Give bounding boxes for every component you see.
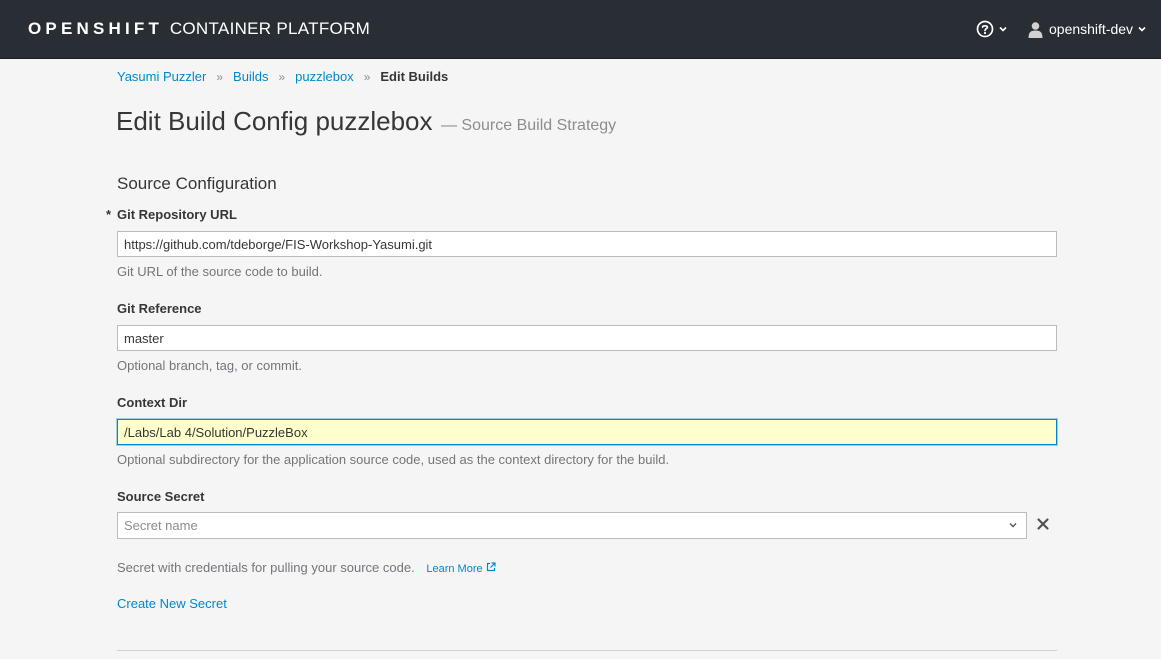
create-new-secret-link[interactable]: Create New Secret bbox=[117, 596, 227, 611]
breadcrumb-current: Edit Builds bbox=[380, 69, 449, 84]
page-title: Edit Build Config puzzlebox — Source Bui… bbox=[116, 106, 616, 137]
breadcrumb-build-link[interactable]: puzzlebox bbox=[295, 69, 354, 85]
brand-logo[interactable]: OPENSHIFT CONTAINER PLATFORM bbox=[28, 18, 370, 40]
user-icon bbox=[1028, 21, 1043, 38]
user-menu[interactable]: openshift-dev bbox=[1028, 19, 1147, 39]
git-ref-label: Git Reference bbox=[117, 301, 202, 316]
source-secret-label: Source Secret bbox=[117, 489, 205, 504]
breadcrumb-separator-icon: » bbox=[216, 70, 224, 84]
breadcrumb-project-link[interactable]: Yasumi Puzzler bbox=[117, 69, 206, 85]
learn-more-label: Learn More bbox=[426, 563, 483, 575]
username: openshift-dev bbox=[1049, 21, 1134, 37]
learn-more-link[interactable]: Learn More bbox=[426, 562, 496, 575]
breadcrumb: Yasumi Puzzler » Builds » puzzlebox » Ed… bbox=[117, 69, 448, 85]
source-secret-help-row: Secret with credentials for pulling your… bbox=[117, 560, 496, 575]
context-dir-input[interactable] bbox=[117, 419, 1057, 445]
help-icon bbox=[976, 20, 994, 38]
source-secret-select[interactable]: Secret name bbox=[117, 512, 1027, 539]
brand-light: CONTAINER PLATFORM bbox=[169, 19, 371, 38]
git-url-input[interactable] bbox=[117, 231, 1057, 257]
top-navbar: OPENSHIFT CONTAINER PLATFORM openshift-d… bbox=[0, 0, 1161, 59]
source-secret-help: Secret with credentials for pulling your… bbox=[117, 560, 415, 575]
external-link-icon bbox=[486, 562, 496, 572]
page-subtitle: — Source Build Strategy bbox=[440, 117, 617, 134]
git-ref-input[interactable] bbox=[117, 325, 1057, 351]
brand-bold: OPENSHIFT bbox=[28, 19, 164, 38]
page-title-text: Edit Build Config puzzlebox bbox=[116, 106, 433, 136]
context-dir-label: Context Dir bbox=[117, 395, 188, 410]
breadcrumb-builds-link[interactable]: Builds bbox=[233, 69, 268, 85]
git-ref-help: Optional branch, tag, or commit. bbox=[117, 358, 302, 373]
chevron-down-icon bbox=[999, 26, 1007, 32]
chevron-down-icon bbox=[1138, 26, 1146, 32]
section-heading: Source Configuration bbox=[117, 174, 277, 193]
help-menu[interactable] bbox=[976, 19, 1008, 39]
git-url-label: Git Repository URL bbox=[117, 207, 237, 222]
chevron-down-icon bbox=[1009, 523, 1017, 528]
breadcrumb-separator-icon: » bbox=[363, 70, 371, 84]
close-icon[interactable] bbox=[1036, 517, 1050, 531]
source-secret-placeholder: Secret name bbox=[124, 518, 198, 533]
breadcrumb-separator-icon: » bbox=[278, 70, 286, 84]
section-divider bbox=[117, 650, 1057, 651]
git-url-help: Git URL of the source code to build. bbox=[117, 264, 323, 279]
context-dir-help: Optional subdirectory for the applicatio… bbox=[117, 452, 670, 467]
required-marker: * bbox=[106, 207, 112, 222]
